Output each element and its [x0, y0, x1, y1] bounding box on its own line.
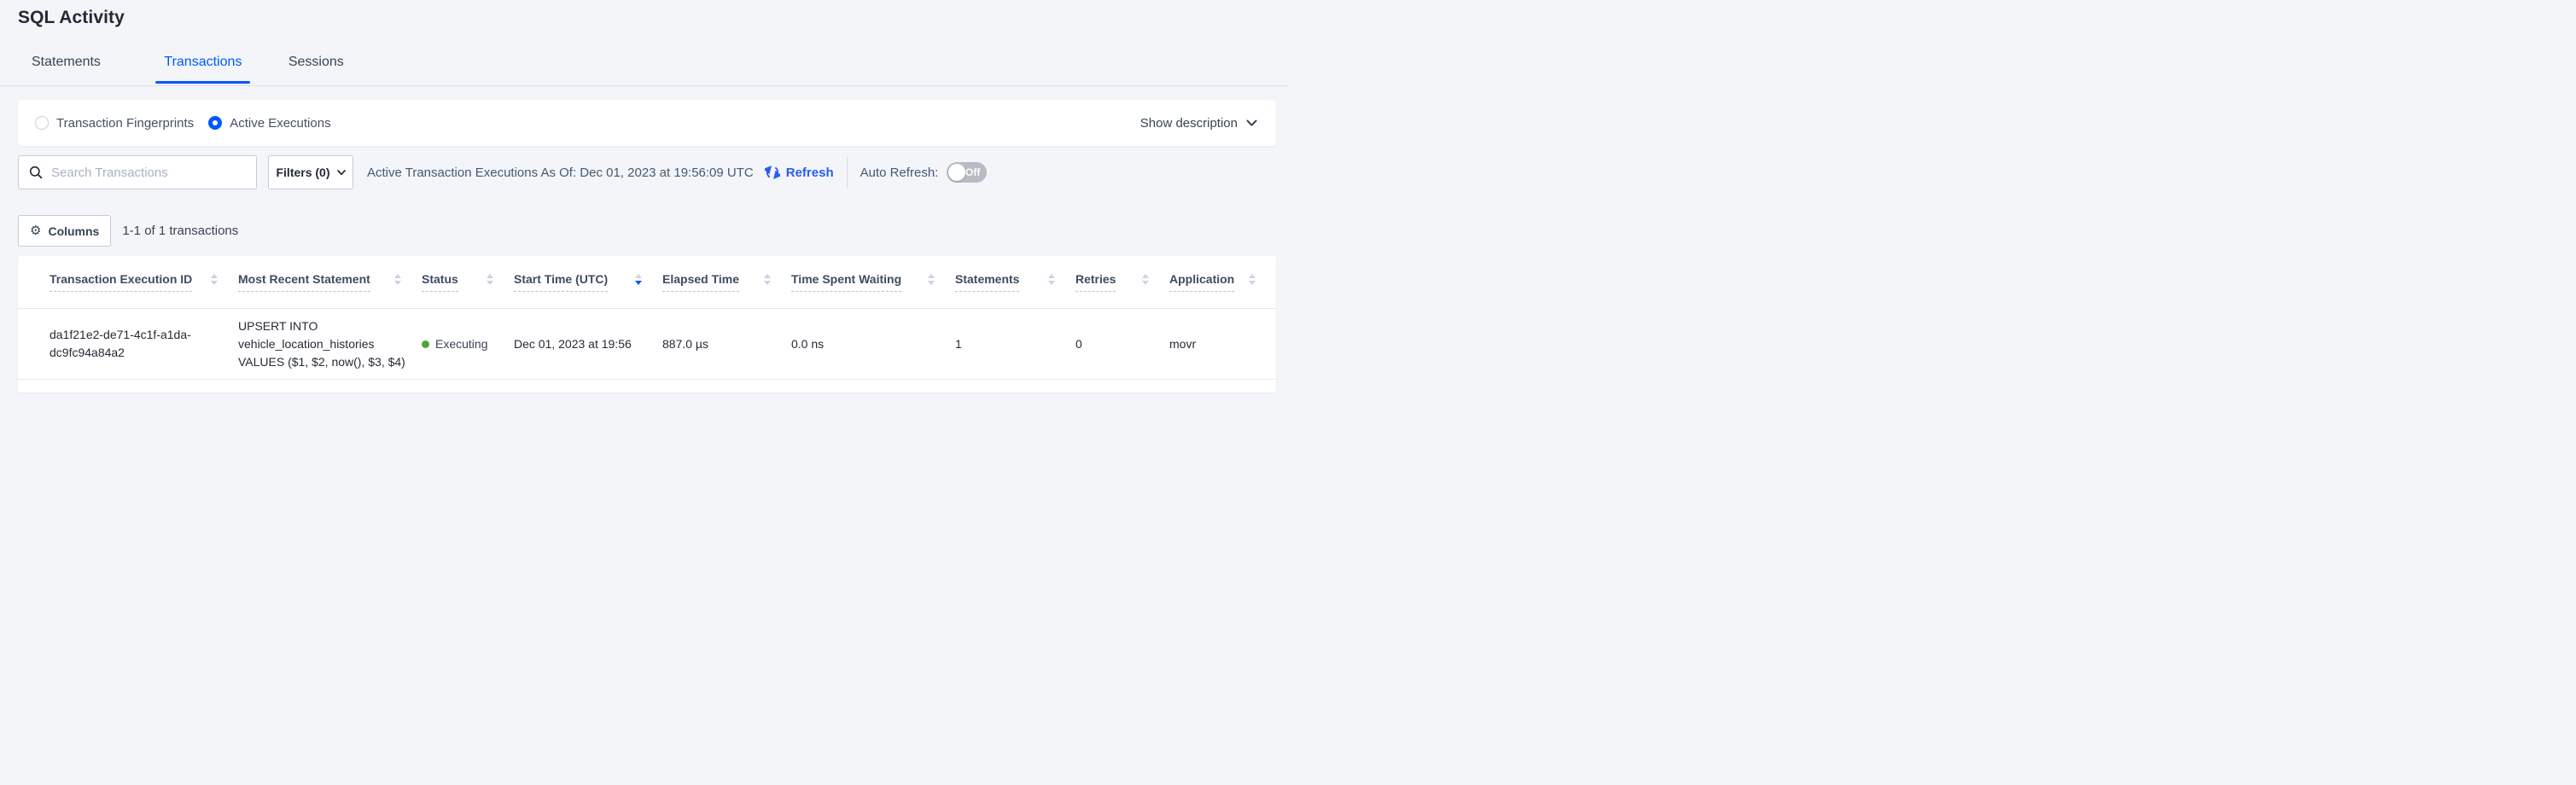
show-description-toggle[interactable]: Show description — [1140, 116, 1257, 131]
results-bar: ⚙ Columns 1-1 of 1 transactions — [18, 215, 238, 247]
toggle-state-label: Off — [965, 166, 980, 178]
radio-selected-icon[interactable] — [208, 116, 222, 130]
refresh-label: Refresh — [786, 166, 834, 180]
header-start-time: Start Time (UTC) — [514, 272, 662, 292]
cell-application: movr — [1169, 335, 1276, 353]
auto-refresh-label: Auto Refresh: — [860, 166, 939, 180]
chevron-down-icon — [337, 170, 346, 176]
column-label[interactable]: Most Recent Statement — [238, 272, 370, 292]
cell-status: Executing — [422, 335, 514, 353]
results-count: 1-1 of 1 transactions — [122, 224, 238, 238]
tab-statements[interactable]: Statements — [23, 49, 109, 83]
filters-button[interactable]: Filters (0) — [268, 155, 353, 189]
cell-start-time: Dec 01, 2023 at 19:56 — [514, 335, 662, 353]
search-input[interactable] — [51, 166, 239, 180]
sort-icon[interactable] — [635, 274, 642, 290]
cell-transaction-execution-id[interactable]: da1f21e2-de71-4c1f-a1da-dc9fc94a84a2 — [50, 326, 212, 362]
chevron-down-icon — [1246, 119, 1257, 127]
cell-time-spent-waiting: 0.0 ns — [791, 335, 955, 353]
search-box[interactable] — [18, 155, 257, 189]
gear-icon: ⚙ — [30, 224, 41, 237]
tab-transactions[interactable]: Transactions — [155, 49, 250, 83]
header-elapsed-time: Elapsed Time — [662, 272, 791, 292]
show-description-label: Show description — [1140, 116, 1238, 131]
filters-label: Filters (0) — [276, 166, 329, 179]
sort-icon[interactable] — [764, 274, 771, 290]
table-row[interactable]: da1f21e2-de71-4c1f-a1da-dc9fc94a84a2 UPS… — [18, 309, 1276, 380]
sort-icon[interactable] — [211, 274, 218, 290]
column-label[interactable]: Elapsed Time — [662, 272, 739, 292]
header-application: Application — [1169, 272, 1276, 292]
transactions-table: Transaction Execution ID Most Recent Sta… — [18, 256, 1276, 392]
tab-sessions[interactable]: Sessions — [280, 49, 353, 83]
auto-refresh-toggle[interactable]: Off — [947, 162, 987, 183]
column-label[interactable]: Transaction Execution ID — [50, 272, 192, 292]
columns-label: Columns — [48, 224, 99, 238]
radio-active-executions[interactable]: Active Executions — [208, 116, 330, 131]
header-transaction-execution-id: Transaction Execution ID — [50, 272, 238, 292]
cell-retries: 0 — [1075, 335, 1169, 353]
sort-icon[interactable] — [1249, 274, 1256, 290]
column-label[interactable]: Retries — [1075, 272, 1116, 292]
tab-bar: Statements Transactions Sessions — [0, 49, 1288, 86]
executing-status-dot-icon — [422, 340, 429, 348]
refresh-icon — [765, 165, 780, 180]
sort-icon[interactable] — [394, 274, 401, 290]
cell-statements: 1 — [955, 335, 1075, 353]
radio-transaction-fingerprints[interactable]: Transaction Fingerprints — [35, 116, 194, 131]
column-label[interactable]: Application — [1169, 272, 1234, 292]
view-mode-card: Transaction Fingerprints Active Executio… — [18, 100, 1276, 146]
header-time-spent-waiting: Time Spent Waiting — [791, 272, 955, 292]
header-statements: Statements — [955, 272, 1075, 292]
sort-icon[interactable] — [1142, 274, 1149, 290]
page-title: SQL Activity — [18, 8, 125, 28]
table-header-row: Transaction Execution ID Most Recent Sta… — [18, 256, 1276, 309]
column-label[interactable]: Start Time (UTC) — [514, 272, 608, 292]
controls-row: Filters (0) Active Transaction Execution… — [18, 155, 1276, 189]
radio-unselected-icon[interactable] — [35, 116, 49, 130]
as-of-timestamp: Active Transaction Executions As Of: Dec… — [367, 166, 754, 180]
cell-elapsed-time: 887.0 µs — [662, 335, 791, 353]
toggle-knob-icon — [948, 164, 965, 181]
refresh-button[interactable]: Refresh — [765, 165, 834, 180]
column-label[interactable]: Time Spent Waiting — [791, 272, 901, 292]
status-label: Executing — [435, 335, 487, 353]
columns-button[interactable]: ⚙ Columns — [18, 215, 111, 247]
sort-icon[interactable] — [928, 274, 935, 290]
column-label[interactable]: Status — [422, 272, 458, 292]
radio-label: Transaction Fingerprints — [56, 116, 194, 131]
cell-most-recent-statement[interactable]: UPSERT INTO vehicle_location_histories V… — [238, 317, 416, 371]
radio-label: Active Executions — [230, 116, 330, 131]
vertical-divider — [847, 157, 848, 188]
header-retries: Retries — [1075, 272, 1169, 292]
column-label[interactable]: Statements — [955, 272, 1019, 292]
header-most-recent-statement: Most Recent Statement — [238, 272, 422, 292]
search-icon — [29, 166, 43, 179]
header-status: Status — [422, 272, 514, 292]
sort-icon[interactable] — [1048, 274, 1055, 290]
sort-icon[interactable] — [487, 274, 493, 290]
